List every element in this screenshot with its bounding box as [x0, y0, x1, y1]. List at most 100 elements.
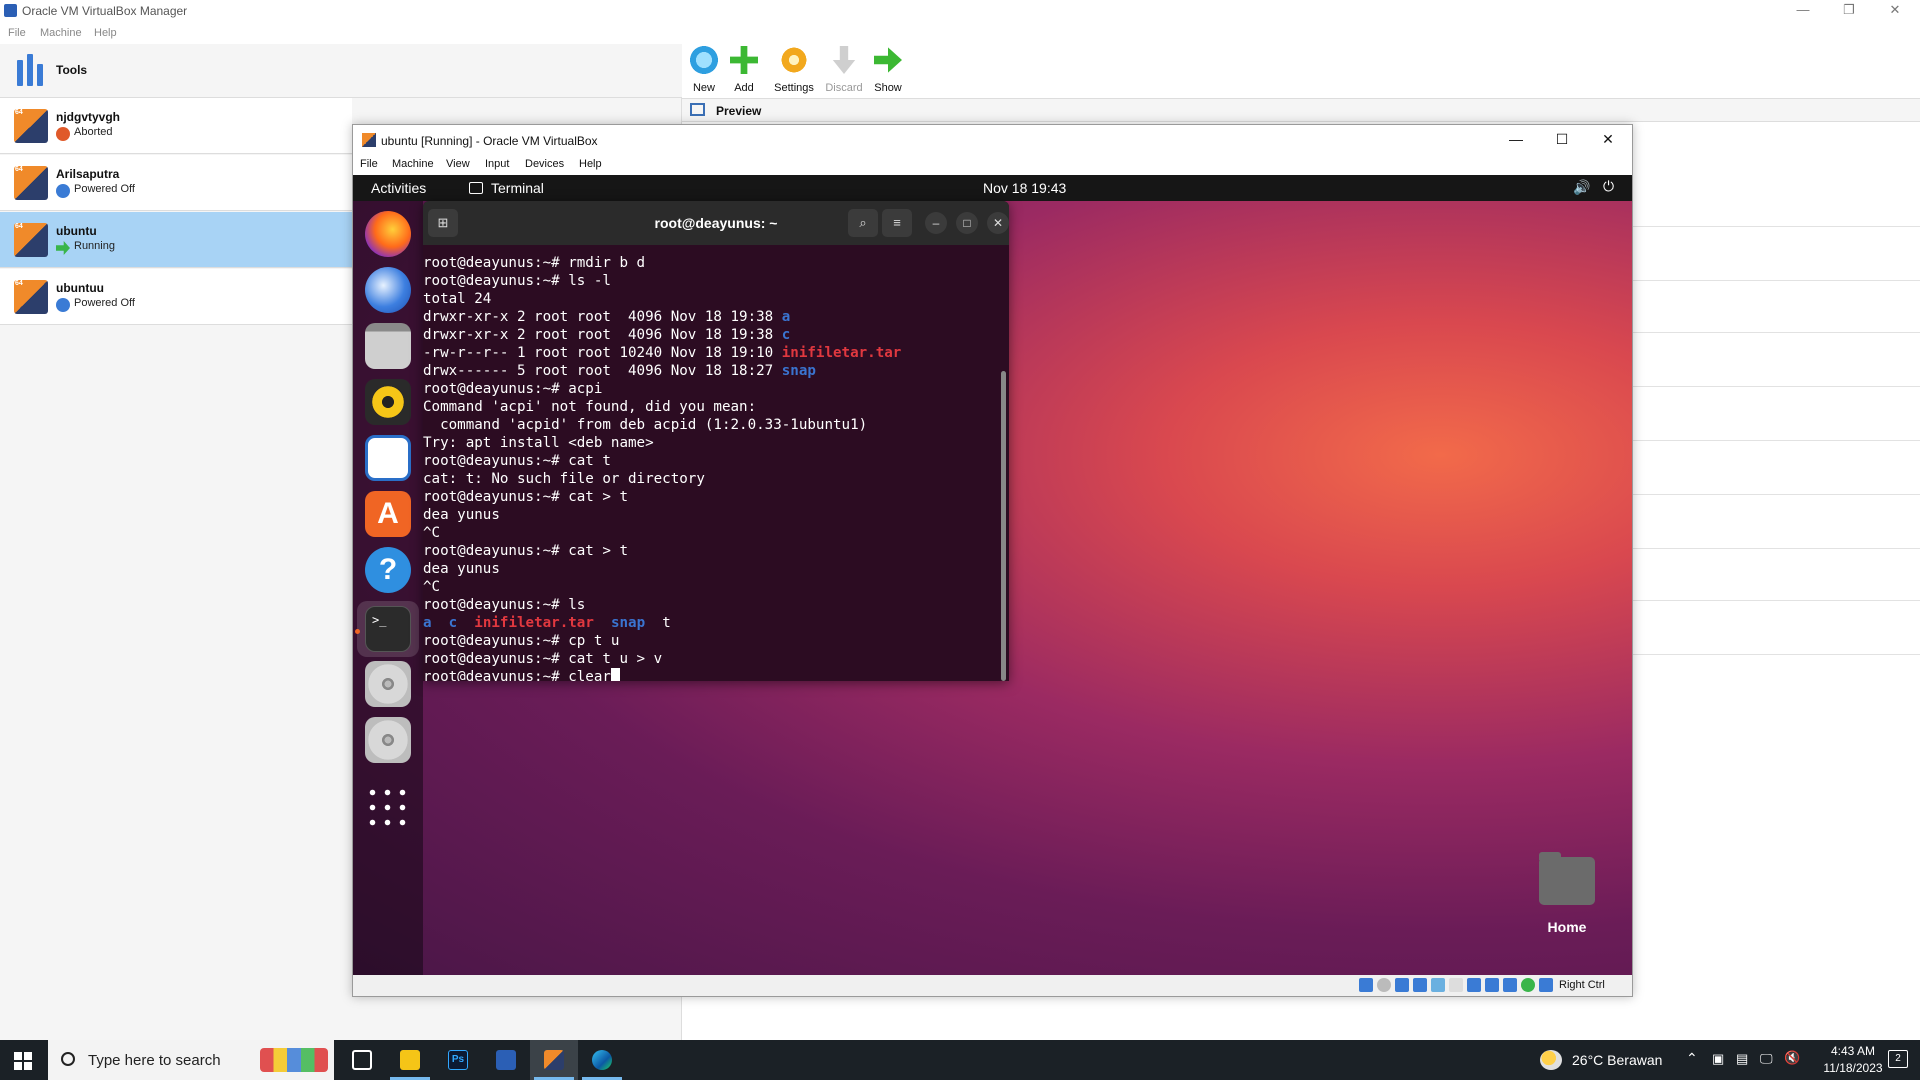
vm-state: Powered Off	[74, 183, 135, 195]
vm-item-arilsaputra[interactable]: Arilsaputra Powered Off	[0, 155, 352, 211]
vm-menu-devices[interactable]: Devices	[525, 158, 564, 170]
firefox-icon[interactable]	[365, 211, 411, 257]
mouse-integration-icon[interactable]	[1539, 978, 1553, 992]
terminal-close-icon[interactable]: ✕	[987, 212, 1009, 234]
disc-drive-icon[interactable]	[365, 717, 411, 763]
search-highlight-image	[260, 1048, 328, 1072]
photoshop-button[interactable]: Ps	[434, 1040, 482, 1080]
power-icon[interactable]: ⏻	[1603, 178, 1614, 195]
tools-item[interactable]: Tools	[0, 44, 682, 98]
preview-section-header[interactable]: Preview	[682, 98, 1920, 122]
thunderbird-icon[interactable]	[365, 267, 411, 313]
weather-icon[interactable]	[1540, 1050, 1562, 1070]
activities-button[interactable]: Activities	[371, 180, 426, 196]
add-button[interactable]: Add	[722, 44, 766, 98]
vm-item-ubuntu[interactable]: ubuntu Running	[0, 212, 352, 268]
network-icon[interactable]	[1413, 978, 1427, 992]
volume-muted-icon[interactable]: 🔇	[1784, 1050, 1800, 1066]
network-tray-icon[interactable]: 🖵	[1760, 1051, 1773, 1067]
menu-machine[interactable]: Machine	[40, 27, 82, 39]
terminal-header-bar: ⊞ root@deayunus: ~ ⌕ ≡ – □ ✕	[423, 201, 1009, 245]
aborted-icon	[56, 127, 70, 141]
audio-icon[interactable]	[1395, 978, 1409, 992]
terminal-maximize-icon[interactable]: □	[956, 212, 978, 234]
shared-folders-icon[interactable]	[1449, 978, 1463, 992]
usb-icon[interactable]	[1431, 978, 1445, 992]
restore-button[interactable]: ❐	[1826, 0, 1872, 22]
terminal-line: dea yunus	[423, 507, 500, 523]
vm-minimize-button[interactable]: —	[1493, 125, 1539, 155]
active-app-name[interactable]: Terminal	[491, 180, 544, 196]
terminal-dock-icon[interactable]: >_	[365, 606, 411, 652]
guest-additions-icon[interactable]	[1521, 978, 1535, 992]
software-center-icon[interactable]: A	[365, 491, 411, 537]
terminal-scrollbar[interactable]	[1001, 371, 1006, 681]
new-button[interactable]: New	[682, 44, 726, 98]
vm-menu-view[interactable]: View	[446, 158, 470, 170]
add-icon	[730, 46, 758, 74]
discard-button[interactable]: Discard	[822, 44, 866, 98]
manager-menu-bar: File Machine Help	[0, 22, 700, 44]
clock[interactable]: Nov 18 19:43	[983, 180, 1066, 196]
help-icon[interactable]: ?	[365, 547, 411, 593]
menu-help[interactable]: Help	[94, 27, 117, 39]
vm-close-button[interactable]: ✕	[1585, 125, 1631, 155]
task-view-button[interactable]	[338, 1040, 386, 1080]
hamburger-menu-icon[interactable]: ≡	[882, 209, 912, 237]
file-name: t	[662, 615, 671, 631]
settings-button[interactable]: Settings	[772, 44, 816, 98]
rhythmbox-icon[interactable]	[365, 379, 411, 425]
search-icon	[61, 1052, 75, 1066]
file-explorer-button[interactable]	[386, 1040, 434, 1080]
virtualbox-button[interactable]	[482, 1040, 530, 1080]
taskbar-clock[interactable]: 4:43 AM 11/18/2023	[1818, 1043, 1888, 1077]
disc-drive-icon[interactable]	[365, 661, 411, 707]
close-button[interactable]: ✕	[1872, 0, 1918, 22]
vm-menu-file[interactable]: File	[360, 158, 378, 170]
vm-menu-machine[interactable]: Machine	[392, 158, 434, 170]
action-center-icon[interactable]: 2	[1888, 1050, 1908, 1068]
vm-menu-input[interactable]: Input	[485, 158, 509, 170]
edge-button[interactable]	[578, 1040, 626, 1080]
files-icon[interactable]	[365, 323, 411, 369]
cpu-icon[interactable]	[1503, 978, 1517, 992]
virtualbox-icon	[4, 4, 17, 17]
app-grid-icon[interactable]	[365, 785, 411, 831]
weather-text[interactable]: 26°C Berawan	[1572, 1052, 1662, 1068]
show-button[interactable]: Show	[866, 44, 910, 98]
chevron-up-icon[interactable]: ⌃	[1686, 1050, 1698, 1067]
minimize-button[interactable]: —	[1780, 0, 1826, 22]
terminal-window[interactable]: ⊞ root@deayunus: ~ ⌕ ≡ – □ ✕ root@deayun…	[423, 201, 1009, 681]
clock-time: 4:43 AM	[1830, 1044, 1876, 1058]
display-icon[interactable]	[1467, 978, 1481, 992]
vm-item-ubuntuu[interactable]: ubuntuu Powered Off	[0, 269, 352, 325]
windows-start-icon[interactable]	[14, 1052, 32, 1070]
menu-file[interactable]: File	[8, 27, 26, 39]
home-label: Home	[1547, 919, 1587, 935]
guest-desktop[interactable]: Activities Terminal Nov 18 19:43 🔊 ⏻ A ?…	[353, 175, 1632, 975]
terminal-output[interactable]: root@deayunus:~# rmdir b d root@deayunus…	[423, 245, 1009, 681]
vm-state: Aborted	[74, 126, 113, 138]
meet-now-icon[interactable]: ▣	[1712, 1051, 1724, 1067]
terminal-small-icon	[469, 182, 483, 194]
optical-drive-icon[interactable]	[1377, 978, 1391, 992]
hard-disk-icon[interactable]	[1359, 978, 1373, 992]
notification-app-icon[interactable]: ▤	[1736, 1051, 1748, 1067]
home-folder-desktop-icon[interactable]: Home	[1535, 852, 1599, 947]
terminal-search-icon[interactable]: ⌕	[848, 209, 878, 237]
recording-icon[interactable]	[1485, 978, 1499, 992]
taskbar-search-box[interactable]: Type here to search	[48, 1040, 334, 1080]
terminal-line: -rw-r--r-- 1 root root 10240 Nov 18 19:1…	[423, 344, 901, 362]
volume-icon[interactable]: 🔊	[1573, 179, 1590, 196]
current-command: root@deayunus:~# clear	[423, 669, 611, 681]
terminal-line: Try: apt install <deb name>	[423, 435, 654, 451]
gnome-top-bar: Activities Terminal Nov 18 19:43 🔊 ⏻	[353, 175, 1632, 201]
vm-ubuntu-taskbar-button[interactable]	[530, 1040, 578, 1080]
vm-menu-help[interactable]: Help	[579, 158, 602, 170]
settings-label: Settings	[774, 82, 814, 94]
vm-name: ubuntu	[56, 224, 97, 238]
terminal-minimize-icon[interactable]: –	[925, 212, 947, 234]
vm-item-njdgvtyvgh[interactable]: njdgvtyvgh Aborted	[0, 98, 352, 154]
writer-icon[interactable]	[365, 435, 411, 481]
vm-maximize-button[interactable]: ☐	[1539, 125, 1585, 155]
